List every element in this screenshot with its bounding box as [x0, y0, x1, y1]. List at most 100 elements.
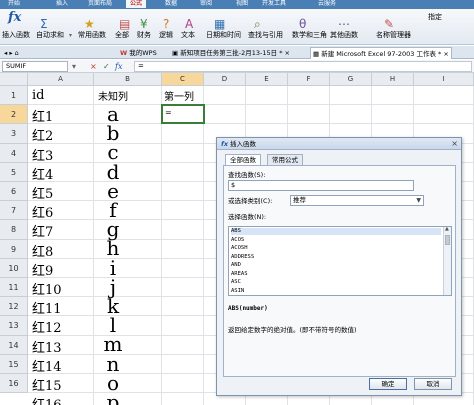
- id-cell[interactable]: 红11: [32, 298, 62, 317]
- id-cell[interactable]: 红15: [32, 375, 62, 394]
- menu-item-formula[interactable]: 公式: [126, 0, 147, 8]
- menu-item-review[interactable]: 审阅: [200, 0, 212, 8]
- column-header-c[interactable]: C: [162, 73, 204, 86]
- more-functions-icon[interactable]: ⋯: [338, 18, 350, 30]
- cancel-button[interactable]: 取消: [414, 378, 452, 390]
- close-icon[interactable]: ×: [443, 50, 448, 58]
- id-cell[interactable]: 红7: [32, 221, 53, 240]
- cancel-icon[interactable]: ×: [90, 61, 97, 72]
- active-cell-c2[interactable]: =: [161, 104, 205, 125]
- letter-cell[interactable]: p: [82, 390, 144, 405]
- chevron-up-icon[interactable]: ▲: [445, 227, 449, 232]
- tab-common-formulas[interactable]: 常用公式: [267, 154, 303, 165]
- logic-button[interactable]: 逻辑: [159, 31, 173, 40]
- id-cell[interactable]: 红12: [32, 317, 62, 336]
- menu-item-data[interactable]: 数据: [165, 0, 177, 8]
- menu-item-cloud[interactable]: 云服务: [318, 0, 336, 8]
- menu-item-home[interactable]: 开始: [8, 0, 20, 8]
- id-cell[interactable]: 红13: [32, 337, 62, 356]
- tab-excel-doc[interactable]: ▦ 新建 Microsoft Excel 97-2003 工作表 * ×: [310, 47, 452, 59]
- formula-input[interactable]: =: [134, 61, 472, 72]
- function-list-item[interactable]: ABS: [231, 228, 441, 235]
- row-header-12[interactable]: 12: [0, 297, 28, 317]
- money-icon[interactable]: ¥: [140, 18, 148, 30]
- function-list[interactable]: ▲ ABS ACOS ACOSH ADDRESS AND AREAS ASC ASIN: [228, 226, 452, 296]
- dialog-title-bar[interactable]: fx 插入函数 ×: [217, 138, 461, 150]
- function-list-item[interactable]: ACOSH: [231, 245, 441, 252]
- common-functions-button[interactable]: 常用函数: [78, 31, 106, 40]
- tab-nav-icons[interactable]: ◂ ▸ ⌂: [2, 47, 21, 59]
- confirm-icon[interactable]: ✓: [103, 61, 110, 72]
- star-icon[interactable]: ★: [84, 18, 95, 30]
- row-header-4[interactable]: 4: [0, 143, 28, 163]
- function-search-input[interactable]: $: [228, 180, 414, 191]
- id-cell[interactable]: 红9: [32, 260, 53, 279]
- close-icon[interactable]: ×: [451, 138, 458, 150]
- select-all-corner[interactable]: [0, 73, 28, 86]
- menu-item-page-layout[interactable]: 页面布局: [88, 0, 112, 8]
- function-list-item[interactable]: ASIN: [231, 288, 441, 295]
- row-header-10[interactable]: 10: [0, 258, 28, 278]
- chevron-down-icon[interactable]: ▼: [416, 196, 421, 205]
- fx-icon[interactable]: fx: [8, 11, 21, 24]
- row-header-7[interactable]: 7: [0, 201, 28, 221]
- menu-item-insert[interactable]: 插入: [56, 0, 68, 8]
- other-functions-button[interactable]: 其他函数: [330, 31, 358, 40]
- insert-function-button[interactable]: 插入函数: [2, 31, 30, 40]
- all-functions-button[interactable]: 全部: [115, 31, 129, 40]
- math-button[interactable]: 数学和三角: [292, 31, 327, 40]
- id-cell[interactable]: 红3: [32, 145, 53, 164]
- column-header-g[interactable]: G: [330, 73, 372, 86]
- id-cell[interactable]: 红6: [32, 202, 53, 221]
- row-header-14[interactable]: 14: [0, 335, 28, 355]
- tab-task-doc[interactable]: ▣ 新知项目任务第三批-2月13-15日 * ×: [170, 47, 292, 59]
- id-cell[interactable]: 红1: [32, 106, 53, 125]
- scrollbar-thumb[interactable]: [445, 235, 450, 245]
- tab-my-wps[interactable]: W 我的WPS: [118, 47, 159, 59]
- function-list-item[interactable]: AND: [231, 262, 441, 269]
- row-header-13[interactable]: 13: [0, 316, 28, 336]
- name-box[interactable]: SUMIF: [2, 61, 68, 72]
- calendar-icon[interactable]: ▦: [214, 18, 225, 30]
- lookup-button[interactable]: 查找与引用: [248, 31, 283, 40]
- id-cell[interactable]: 红4: [32, 164, 53, 183]
- row-header-6[interactable]: 6: [0, 182, 28, 202]
- column-header-e[interactable]: E: [246, 73, 288, 86]
- column-header-b[interactable]: B: [94, 73, 162, 86]
- row-header-16[interactable]: 16: [0, 374, 28, 394]
- menu-item-developer[interactable]: 开发工具: [262, 0, 286, 8]
- fx-icon[interactable]: fx: [115, 61, 122, 72]
- cell-c1-header[interactable]: 第一列: [164, 88, 194, 103]
- cell-b1-header[interactable]: 未知列: [98, 88, 128, 103]
- name-manager-button[interactable]: 名称管理器: [376, 31, 411, 40]
- list-icon[interactable]: ▤: [119, 18, 130, 30]
- chevron-down-icon[interactable]: ▾: [69, 31, 72, 40]
- lookup-icon[interactable]: ⌕: [254, 18, 261, 30]
- id-cell[interactable]: 红2: [32, 125, 53, 144]
- chevron-down-icon[interactable]: ▾: [72, 61, 76, 72]
- id-cell[interactable]: 红8: [32, 241, 53, 260]
- row-header-3[interactable]: 3: [0, 124, 28, 144]
- row-header-11[interactable]: 11: [0, 278, 28, 298]
- close-icon[interactable]: ×: [285, 49, 290, 57]
- id-cell[interactable]: 红14: [32, 356, 62, 375]
- function-list-item[interactable]: ASC: [231, 279, 441, 286]
- row-header-15[interactable]: 15: [0, 354, 28, 374]
- specify-button[interactable]: 指定: [428, 13, 442, 22]
- text-icon[interactable]: A: [185, 18, 193, 30]
- column-header-h[interactable]: H: [372, 73, 414, 86]
- row-header-2[interactable]: 2: [0, 105, 28, 125]
- sigma-icon[interactable]: Σ: [40, 18, 48, 30]
- function-list-item[interactable]: ADDRESS: [231, 254, 441, 261]
- category-select[interactable]: 推荐 ▼: [290, 195, 424, 206]
- column-header-i[interactable]: I: [414, 73, 474, 86]
- autosum-button[interactable]: 自动求和: [36, 31, 64, 40]
- row-header-9[interactable]: 9: [0, 239, 28, 259]
- id-cell[interactable]: 红16: [32, 394, 62, 405]
- row-header-5[interactable]: 5: [0, 162, 28, 182]
- ok-button[interactable]: 确定: [369, 378, 407, 390]
- column-header-f[interactable]: F: [288, 73, 330, 86]
- logic-icon[interactable]: ?: [163, 18, 169, 30]
- column-header-d[interactable]: D: [204, 73, 246, 86]
- text-button[interactable]: 文本: [181, 31, 195, 40]
